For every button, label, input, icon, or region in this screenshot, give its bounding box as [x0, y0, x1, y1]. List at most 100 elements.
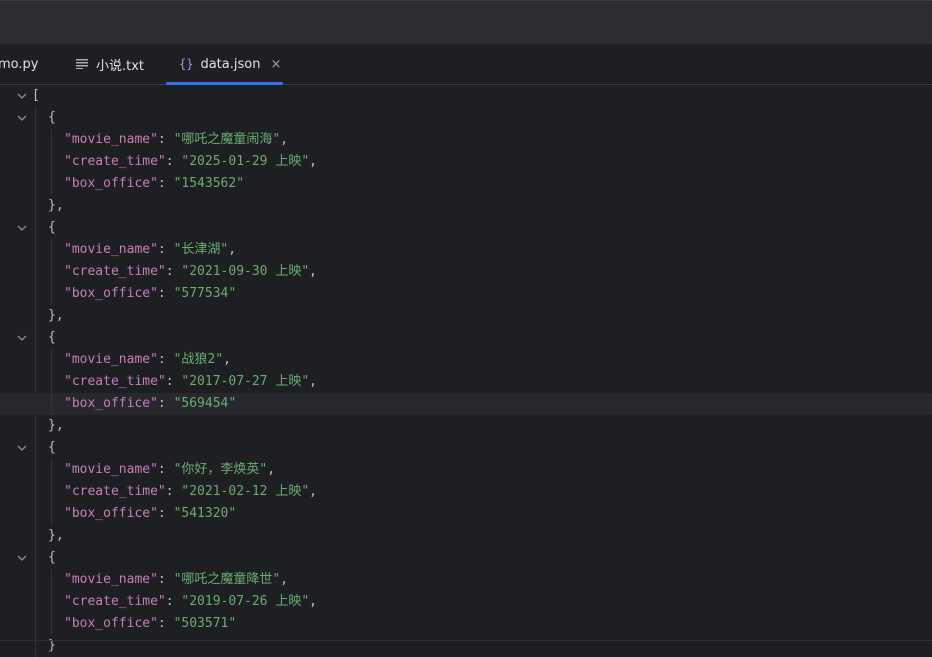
json-key: "box_office": [64, 176, 158, 191]
json-key: "movie_name": [64, 462, 158, 477]
json-key: "movie_name": [64, 572, 158, 587]
fold-chevron-icon[interactable]: [14, 85, 30, 107]
code-text: "box_office": "569454": [64, 393, 236, 415]
brace-token: {: [48, 220, 56, 235]
code-line[interactable]: "box_office": "503571": [0, 613, 932, 635]
code-text: },: [48, 415, 64, 437]
brace-token: {: [48, 330, 56, 345]
fold-chevron-icon[interactable]: [14, 437, 30, 459]
json-key: "box_office": [64, 616, 158, 631]
json-key: "create_time": [64, 154, 166, 169]
comma-token: ,: [223, 352, 231, 367]
json-string: "541320": [173, 506, 237, 521]
json-key: "box_office": [64, 506, 158, 521]
code-line[interactable]: {: [0, 327, 932, 349]
brace-token: },: [48, 308, 64, 323]
code-text: [: [32, 85, 40, 107]
code-line[interactable]: },: [0, 525, 932, 547]
code-line[interactable]: },: [0, 195, 932, 217]
json-string: "577534": [173, 286, 237, 301]
code-line[interactable]: },: [0, 305, 932, 327]
json-string: "你好，李焕英": [173, 462, 268, 477]
json-string: "2019-07-26 上映": [181, 594, 310, 609]
brace-token: {: [48, 550, 56, 565]
brace-token: {: [48, 110, 56, 125]
json-key: "movie_name": [64, 242, 158, 257]
code-line[interactable]: },: [0, 415, 932, 437]
bracket-token: [: [32, 88, 40, 103]
code-line[interactable]: {: [0, 217, 932, 239]
brace-token: },: [48, 418, 64, 433]
code-line[interactable]: "movie_name": "你好，李焕英",: [0, 459, 932, 481]
code-text: "create_time": "2021-09-30 上映",: [64, 261, 317, 283]
tab-data-json[interactable]: {} data.json ×: [166, 44, 283, 85]
code-text: "movie_name": "你好，李焕英",: [64, 459, 275, 481]
code-line[interactable]: }: [0, 635, 932, 657]
code-line[interactable]: {: [0, 437, 932, 459]
code-line[interactable]: "box_office": "541320": [0, 503, 932, 525]
code-text: "movie_name": "长津湖",: [64, 239, 236, 261]
code-text: "create_time": "2021-02-12 上映",: [64, 481, 317, 503]
code-line[interactable]: "create_time": "2017-07-27 上映",: [0, 371, 932, 393]
code-text: },: [48, 305, 64, 327]
code-text: "box_office": "577534": [64, 283, 236, 305]
json-string: "2021-02-12 上映": [181, 484, 310, 499]
tab-mo-py[interactable]: mo.py: [0, 44, 38, 84]
code-line[interactable]: [: [0, 85, 932, 107]
json-string: "2025-01-29 上映": [181, 154, 310, 169]
json-key: "box_office": [64, 396, 158, 411]
code-line[interactable]: "box_office": "1543562": [0, 173, 932, 195]
json-key: "box_office": [64, 286, 158, 301]
comma-token: ,: [280, 572, 289, 587]
code-line[interactable]: "create_time": "2021-02-12 上映",: [0, 481, 932, 503]
code-editor[interactable]: [{"movie_name": "哪吒之魔童闹海", "create_time":…: [0, 85, 932, 657]
code-line[interactable]: {: [0, 107, 932, 129]
editor-tab-bar: mo.py 小说.txt {} data.json ×: [0, 44, 932, 85]
json-string: "战狼2": [173, 352, 224, 367]
indent-guide: [51, 239, 52, 305]
json-string: "569454": [173, 396, 237, 411]
fold-chevron-icon[interactable]: [14, 107, 30, 129]
json-string: "2021-09-30 上映": [181, 264, 310, 279]
code-text: "box_office": "541320": [64, 503, 236, 525]
close-icon[interactable]: ×: [270, 57, 281, 72]
colon-token: :: [157, 572, 174, 587]
code-line[interactable]: "box_office": "569454": [0, 393, 932, 415]
fold-chevron-icon[interactable]: [14, 547, 30, 569]
json-key: "create_time": [64, 484, 166, 499]
json-key: "create_time": [64, 264, 166, 279]
code-text: "movie_name": "哪吒之魔童闹海",: [64, 129, 288, 151]
code-line[interactable]: "movie_name": "哪吒之魔童闹海",: [0, 129, 932, 151]
code-line[interactable]: "create_time": "2021-09-30 上映",: [0, 261, 932, 283]
tab-xiaoshuo-txt[interactable]: 小说.txt: [76, 44, 144, 84]
json-key: "create_time": [64, 594, 166, 609]
fold-chevron-icon[interactable]: [14, 217, 30, 239]
code-text: "movie_name": "哪吒之魔童降世",: [64, 569, 288, 591]
colon-token: :: [165, 484, 182, 499]
code-text: "create_time": "2019-07-26 上映",: [64, 591, 317, 613]
code-text: },: [48, 195, 64, 217]
colon-token: :: [157, 506, 174, 521]
code-line[interactable]: "movie_name": "长津湖",: [0, 239, 932, 261]
code-line[interactable]: "create_time": "2025-01-29 上映",: [0, 151, 932, 173]
code-line[interactable]: "movie_name": "战狼2",: [0, 349, 932, 371]
brace-token: },: [48, 198, 64, 213]
code-text: {: [48, 327, 56, 349]
fold-chevron-icon[interactable]: [14, 327, 30, 349]
code-line[interactable]: "movie_name": "哪吒之魔童降世",: [0, 569, 932, 591]
code-text: {: [48, 107, 56, 129]
code-text: {: [48, 217, 56, 239]
comma-token: ,: [309, 154, 317, 169]
json-key: "movie_name": [64, 352, 158, 367]
colon-token: :: [165, 374, 182, 389]
code-line[interactable]: "create_time": "2019-07-26 上映",: [0, 591, 932, 613]
code-line[interactable]: "box_office": "577534": [0, 283, 932, 305]
brace-token: {: [48, 440, 56, 455]
brace-token: },: [48, 528, 64, 543]
colon-token: :: [157, 462, 174, 477]
json-key: "movie_name": [64, 132, 158, 147]
code-line[interactable]: {: [0, 547, 932, 569]
tab-label: 小说.txt: [96, 58, 145, 74]
colon-token: :: [165, 264, 182, 279]
colon-token: :: [157, 396, 174, 411]
